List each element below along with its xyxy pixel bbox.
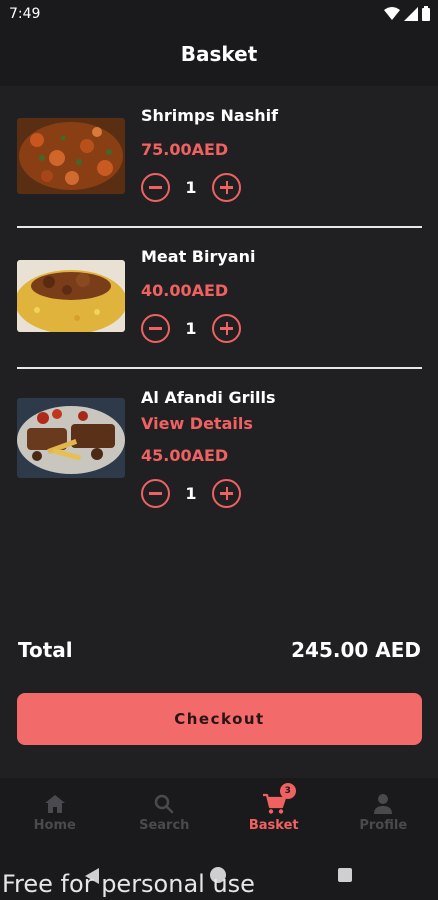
battery-icon — [422, 6, 430, 21]
decrease-quantity-button[interactable] — [141, 478, 170, 508]
total-value: 245.00 AED — [291, 638, 421, 662]
basket-item: Shrimps Nashif 75.00AED 1 — [0, 104, 438, 226]
nav-label: Home — [33, 818, 76, 833]
total-label: Total — [18, 638, 73, 662]
signal-icon — [404, 6, 418, 21]
search-icon — [152, 792, 176, 816]
item-name: Shrimps Nashif — [141, 106, 279, 125]
total-row: Total 245.00 AED — [18, 636, 421, 664]
quantity-stepper: 1 — [141, 478, 275, 508]
increase-quantity-button[interactable] — [212, 172, 241, 202]
basket-content: Shrimps Nashif 75.00AED 1 Meat Biryani 4… — [0, 86, 438, 778]
decrease-quantity-button[interactable] — [141, 313, 170, 343]
nav-label: Search — [139, 818, 190, 833]
watermark: Free for personal use — [2, 870, 255, 898]
home-icon — [43, 792, 67, 816]
status-icons — [384, 6, 430, 21]
decrease-quantity-button[interactable] — [141, 172, 170, 202]
item-info: Meat Biryani 40.00AED 1 — [141, 245, 255, 343]
item-name: Meat Biryani — [141, 247, 256, 266]
item-price: 75.00AED — [141, 140, 229, 159]
item-price: 45.00AED — [141, 446, 229, 465]
recent-apps-icon[interactable] — [338, 868, 352, 882]
status-bar: 7:49 — [0, 0, 438, 30]
al-afandi-grills-image — [17, 398, 125, 478]
divider — [17, 367, 422, 369]
page-title: Basket — [180, 42, 258, 66]
item-name: Al Afandi Grills — [141, 388, 276, 407]
person-icon — [371, 792, 395, 816]
divider — [17, 226, 422, 228]
shrimps-nashif-image — [17, 118, 125, 194]
wifi-icon — [384, 6, 400, 20]
quantity-stepper: 1 — [141, 172, 278, 202]
checkout-button[interactable]: Checkout — [17, 693, 422, 745]
app-header: Basket — [0, 30, 438, 86]
quantity-value: 1 — [185, 483, 197, 503]
meat-biryani-image — [17, 260, 125, 332]
bottom-nav: Home Search 3 Basket Profile — [0, 778, 438, 850]
item-price: 40.00AED — [141, 281, 229, 300]
nav-label: Profile — [359, 818, 408, 833]
basket-item: Meat Biryani 40.00AED 1 — [0, 245, 438, 367]
item-info: Shrimps Nashif 75.00AED 1 — [141, 104, 278, 202]
quantity-stepper: 1 — [141, 313, 255, 343]
increase-quantity-button[interactable] — [212, 313, 241, 343]
nav-item-search[interactable]: Search — [110, 778, 220, 850]
checkout-label: Checkout — [174, 710, 265, 728]
view-details-link[interactable]: View Details — [141, 412, 275, 436]
status-time: 7:49 — [9, 6, 41, 22]
item-info: Al Afandi Grills View Details 45.00AED 1 — [141, 386, 275, 508]
quantity-value: 1 — [185, 318, 197, 338]
quantity-value: 1 — [185, 177, 197, 197]
nav-label: Basket — [248, 818, 299, 833]
nav-item-basket[interactable]: 3 Basket — [219, 778, 329, 850]
cart-icon: 3 — [262, 783, 296, 816]
basket-item: Al Afandi Grills View Details 45.00AED 1 — [0, 386, 438, 536]
nav-item-home[interactable]: Home — [0, 778, 110, 850]
increase-quantity-button[interactable] — [212, 478, 241, 508]
nav-item-profile[interactable]: Profile — [329, 778, 438, 850]
cart-count-badge: 3 — [279, 783, 296, 799]
